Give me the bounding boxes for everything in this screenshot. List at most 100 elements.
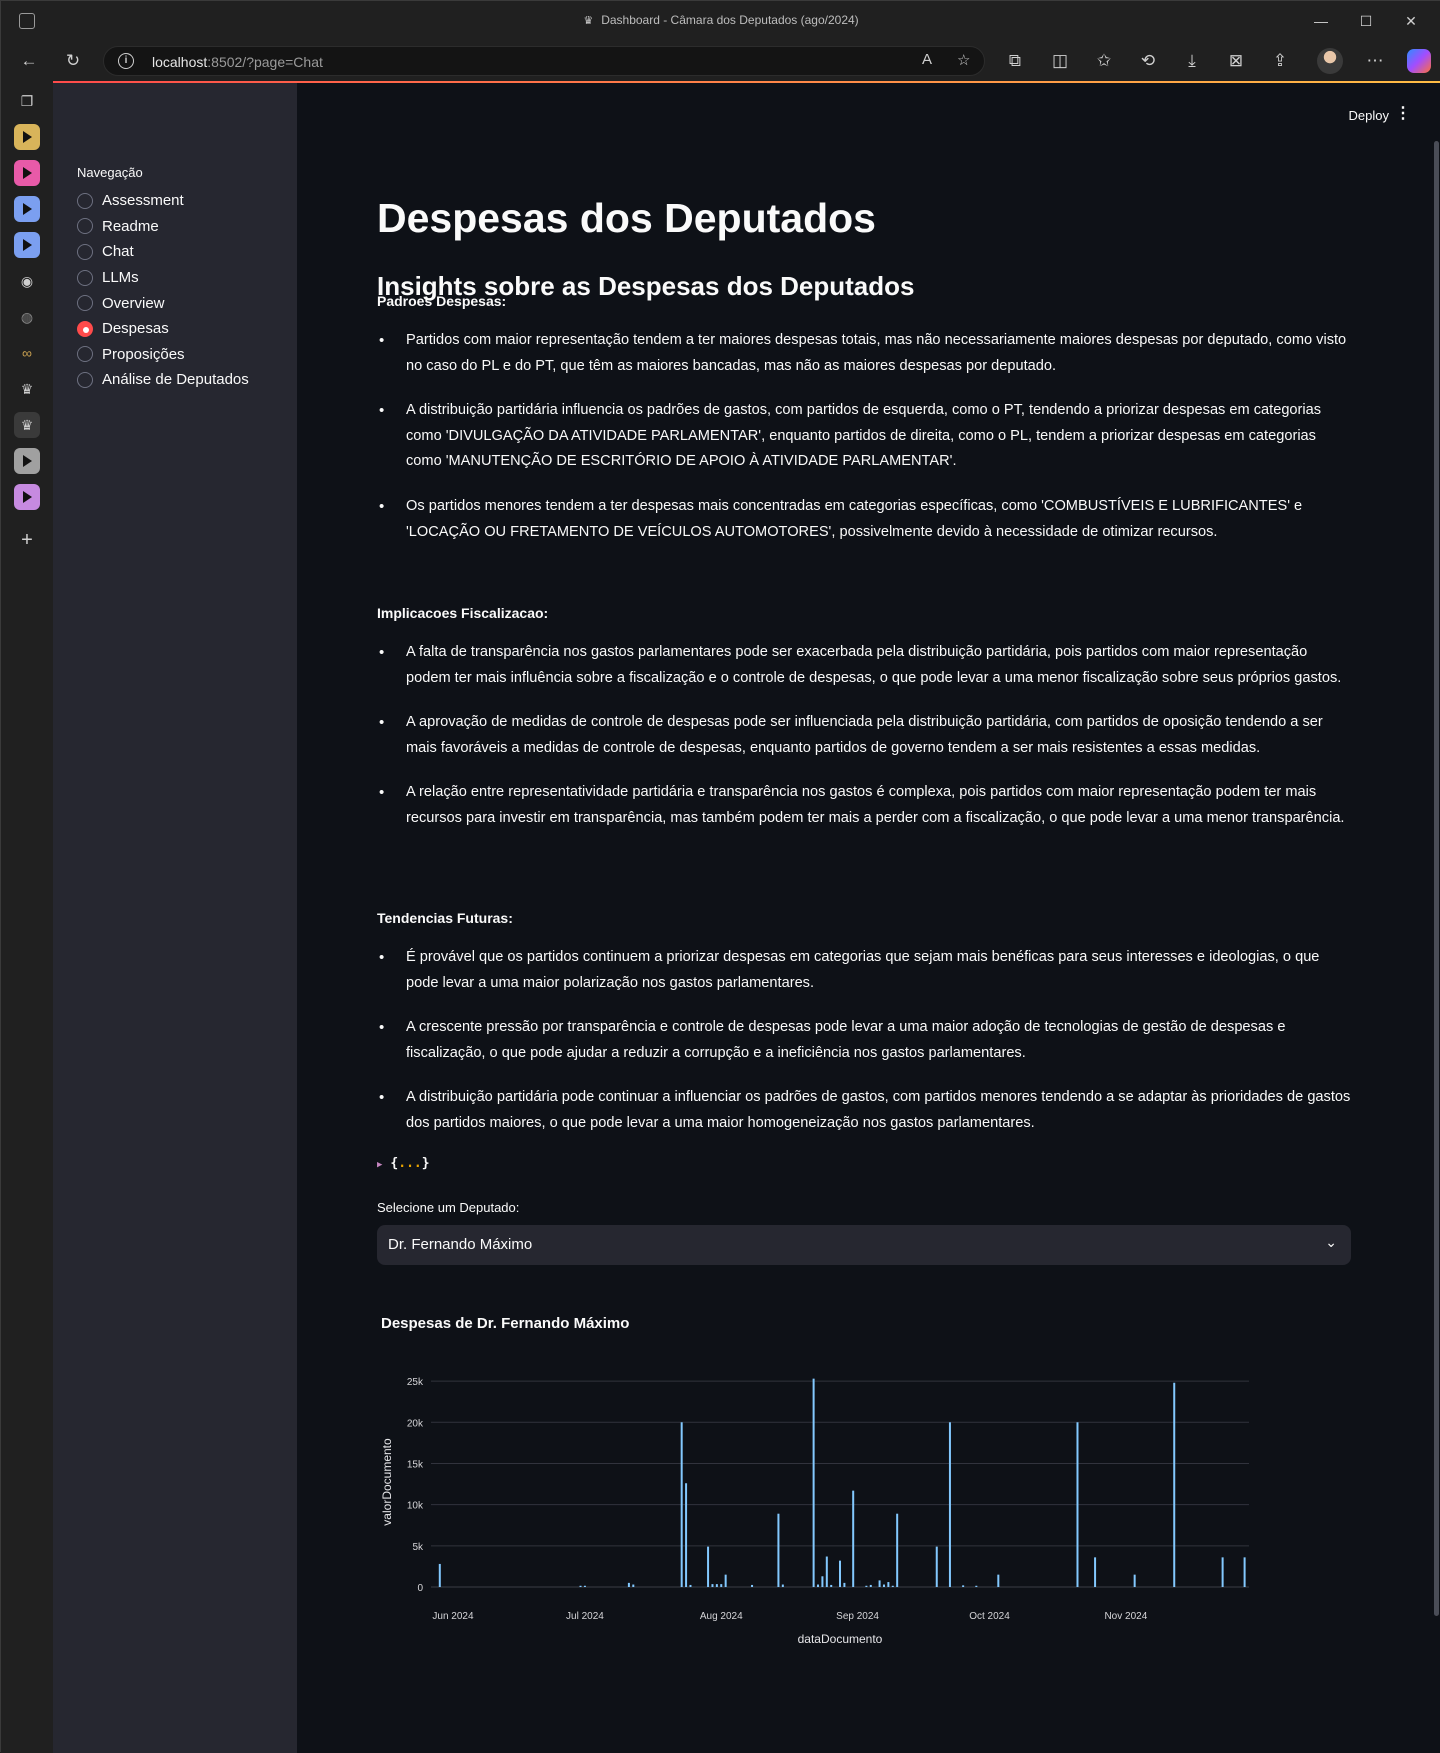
radio-button[interactable] [77,243,93,260]
bar [1221,1557,1224,1587]
new-tab-icon[interactable]: + [14,527,40,553]
expenses-bar-chart: 0 5k 10k 15k 20k 25k Jun 2024 Jul 2024 Aug 2024 S… [380,1377,1249,1643]
radio-button[interactable] [77,192,93,209]
bar [821,1576,824,1587]
bar [935,1546,938,1587]
deputy-select-value: Dr. Fernando Máximo [388,1236,533,1253]
nav-title: Navegação [77,165,143,180]
nav-item-despesas[interactable]: Despesas [77,316,249,342]
radio-button[interactable] [77,346,93,363]
vertical-tab-icon[interactable] [14,196,40,222]
scrollbar[interactable] [1434,141,1439,1616]
bar [781,1584,784,1587]
nav-item-overview[interactable]: Overview [77,290,249,316]
json-expander[interactable]: ▶ {...} [377,1156,430,1171]
nav-item-label: Chat [102,243,134,261]
url-text: localhost:8502/?page=Chat [152,54,323,70]
vertical-tab-icon[interactable] [14,232,40,258]
maximize-icon[interactable]: ☐ [1356,11,1376,31]
bullet-list: Partidos com maior representação tendem … [377,328,1351,564]
site-info-icon[interactable]: i [118,53,134,69]
extensions-icon[interactable]: ⧉ [1003,49,1027,73]
share-icon[interactable]: ⇪ [1268,49,1292,73]
streamlit-tab-icon[interactable]: ♛ [14,376,40,402]
downloads-icon[interactable]: ⤓ [1180,49,1204,73]
favorites-icon[interactable]: ✩ [1092,49,1116,73]
list-item: É provável que os partidos continuem a p… [377,945,1351,996]
read-aloud-icon[interactable]: A [922,51,932,68]
back-icon[interactable]: ← [17,49,41,73]
bar [896,1513,899,1587]
nav-radio-group: Assessment Readme Chat LLMs Overview Despesas… [77,188,249,393]
y-tick-label: 15k [407,1459,424,1470]
browser-toolbar: ← ↻ i localhost:8502/?page=Chat A ☆ ⧉ ◫ … [1,41,1440,81]
bar [1133,1574,1136,1587]
bar [962,1585,965,1587]
profile-avatar[interactable] [1317,48,1343,74]
streamlit-active-tab-icon[interactable]: ♛ [14,412,40,438]
bar [817,1584,820,1587]
window-title: ♛ Dashboard - Câmara dos Deputados (ago/2… [583,13,859,27]
section-heading: Tendencias Futuras: [377,910,513,926]
main-menu-icon[interactable]: ⋮ [1395,103,1411,123]
ai-tab-icon[interactable]: ◍ [14,304,40,330]
bar [839,1560,841,1587]
split-screen-icon[interactable]: ◫ [1048,49,1072,73]
radio-button[interactable] [77,371,93,388]
history-icon[interactable]: ⟲ [1136,49,1160,73]
nav-item-assessment[interactable]: Assessment [77,188,249,214]
more-options-icon[interactable]: ⋯ [1363,49,1387,73]
x-tick-label: Nov 2024 [1104,1611,1147,1622]
nav-item-proposições[interactable]: Proposições [77,342,249,368]
bar [720,1584,723,1587]
nav-item-label: Readme [102,217,159,235]
favorite-star-icon[interactable]: ☆ [957,51,970,69]
refresh-icon[interactable]: ↻ [61,49,85,73]
copilot-icon[interactable] [1407,49,1431,73]
infinity-tab-icon[interactable]: ∞ [14,340,40,366]
nav-item-análise-de-deputados[interactable]: Análise de Deputados [77,367,249,393]
bar [438,1563,441,1587]
expand-triangle-icon[interactable]: ▶ [377,1160,382,1170]
list-item: A distribuição partidária influencia os … [377,398,1351,475]
vertical-tab-icon[interactable] [14,160,40,186]
radio-button[interactable] [77,218,93,235]
vertical-tab-icon[interactable] [14,448,40,474]
list-item: Os partidos menores tendem a ter despesa… [377,494,1351,545]
list-item: A distribuição partidária pode continuar… [377,1085,1351,1136]
radio-button[interactable] [77,295,93,312]
vertical-tab-icon[interactable] [14,124,40,150]
chart-title: Despesas de Dr. Fernando Máximo [381,1315,630,1332]
close-icon[interactable]: ✕ [1401,11,1421,31]
y-axis-label: valorDocumento [380,1438,394,1526]
section-heading: Padroes Despesas: [377,293,507,309]
radio-button[interactable] [77,269,93,286]
nav-item-readme[interactable]: Readme [77,214,249,240]
bar [724,1574,727,1587]
chevron-down-icon[interactable]: ⌄ [1325,1234,1337,1251]
nav-item-label: LLMs [102,269,139,287]
tab-actions-icon[interactable]: ❐ [14,88,40,114]
bar [715,1584,718,1587]
vertical-tab-icon[interactable] [14,484,40,510]
screenshot-icon[interactable]: ⊠ [1224,49,1248,73]
bullet-list: A falta de transparência nos gastos parl… [377,640,1351,851]
deputy-select-label: Selecione um Deputado: [377,1200,520,1215]
deputy-select[interactable]: Dr. Fernando Máximo ⌄ [377,1225,1351,1265]
address-bar[interactable]: i localhost:8502/?page=Chat A ☆ [103,46,985,76]
nav-item-chat[interactable]: Chat [77,239,249,265]
streamlit-crown-icon: ♛ [583,15,594,27]
nav-item-label: Overview [102,294,165,312]
x-tick-label: Oct 2024 [969,1611,1010,1622]
bar [777,1513,780,1587]
deploy-button[interactable]: Deploy [1349,108,1389,123]
bar [812,1378,815,1587]
radio-button[interactable] [77,320,93,337]
bar [887,1582,890,1587]
minimize-icon[interactable]: — [1311,11,1331,31]
bar [583,1585,586,1587]
nav-item-llms[interactable]: LLMs [77,265,249,291]
bar [865,1585,868,1587]
list-item: A aprovação de medidas de controle de de… [377,710,1351,761]
chat-tab-icon[interactable]: ◉ [14,268,40,294]
